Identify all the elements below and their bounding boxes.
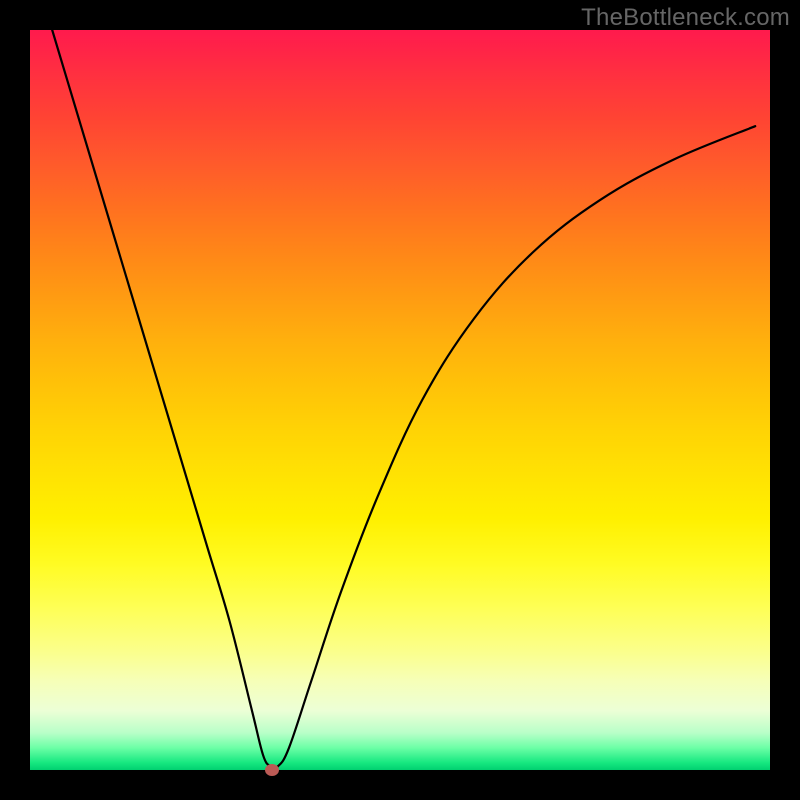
plot-area: [30, 30, 770, 770]
optimal-point-marker: [265, 764, 279, 776]
chart-frame: TheBottleneck.com: [0, 0, 800, 800]
bottleneck-curve: [30, 30, 770, 770]
watermark-text: TheBottleneck.com: [581, 4, 790, 32]
